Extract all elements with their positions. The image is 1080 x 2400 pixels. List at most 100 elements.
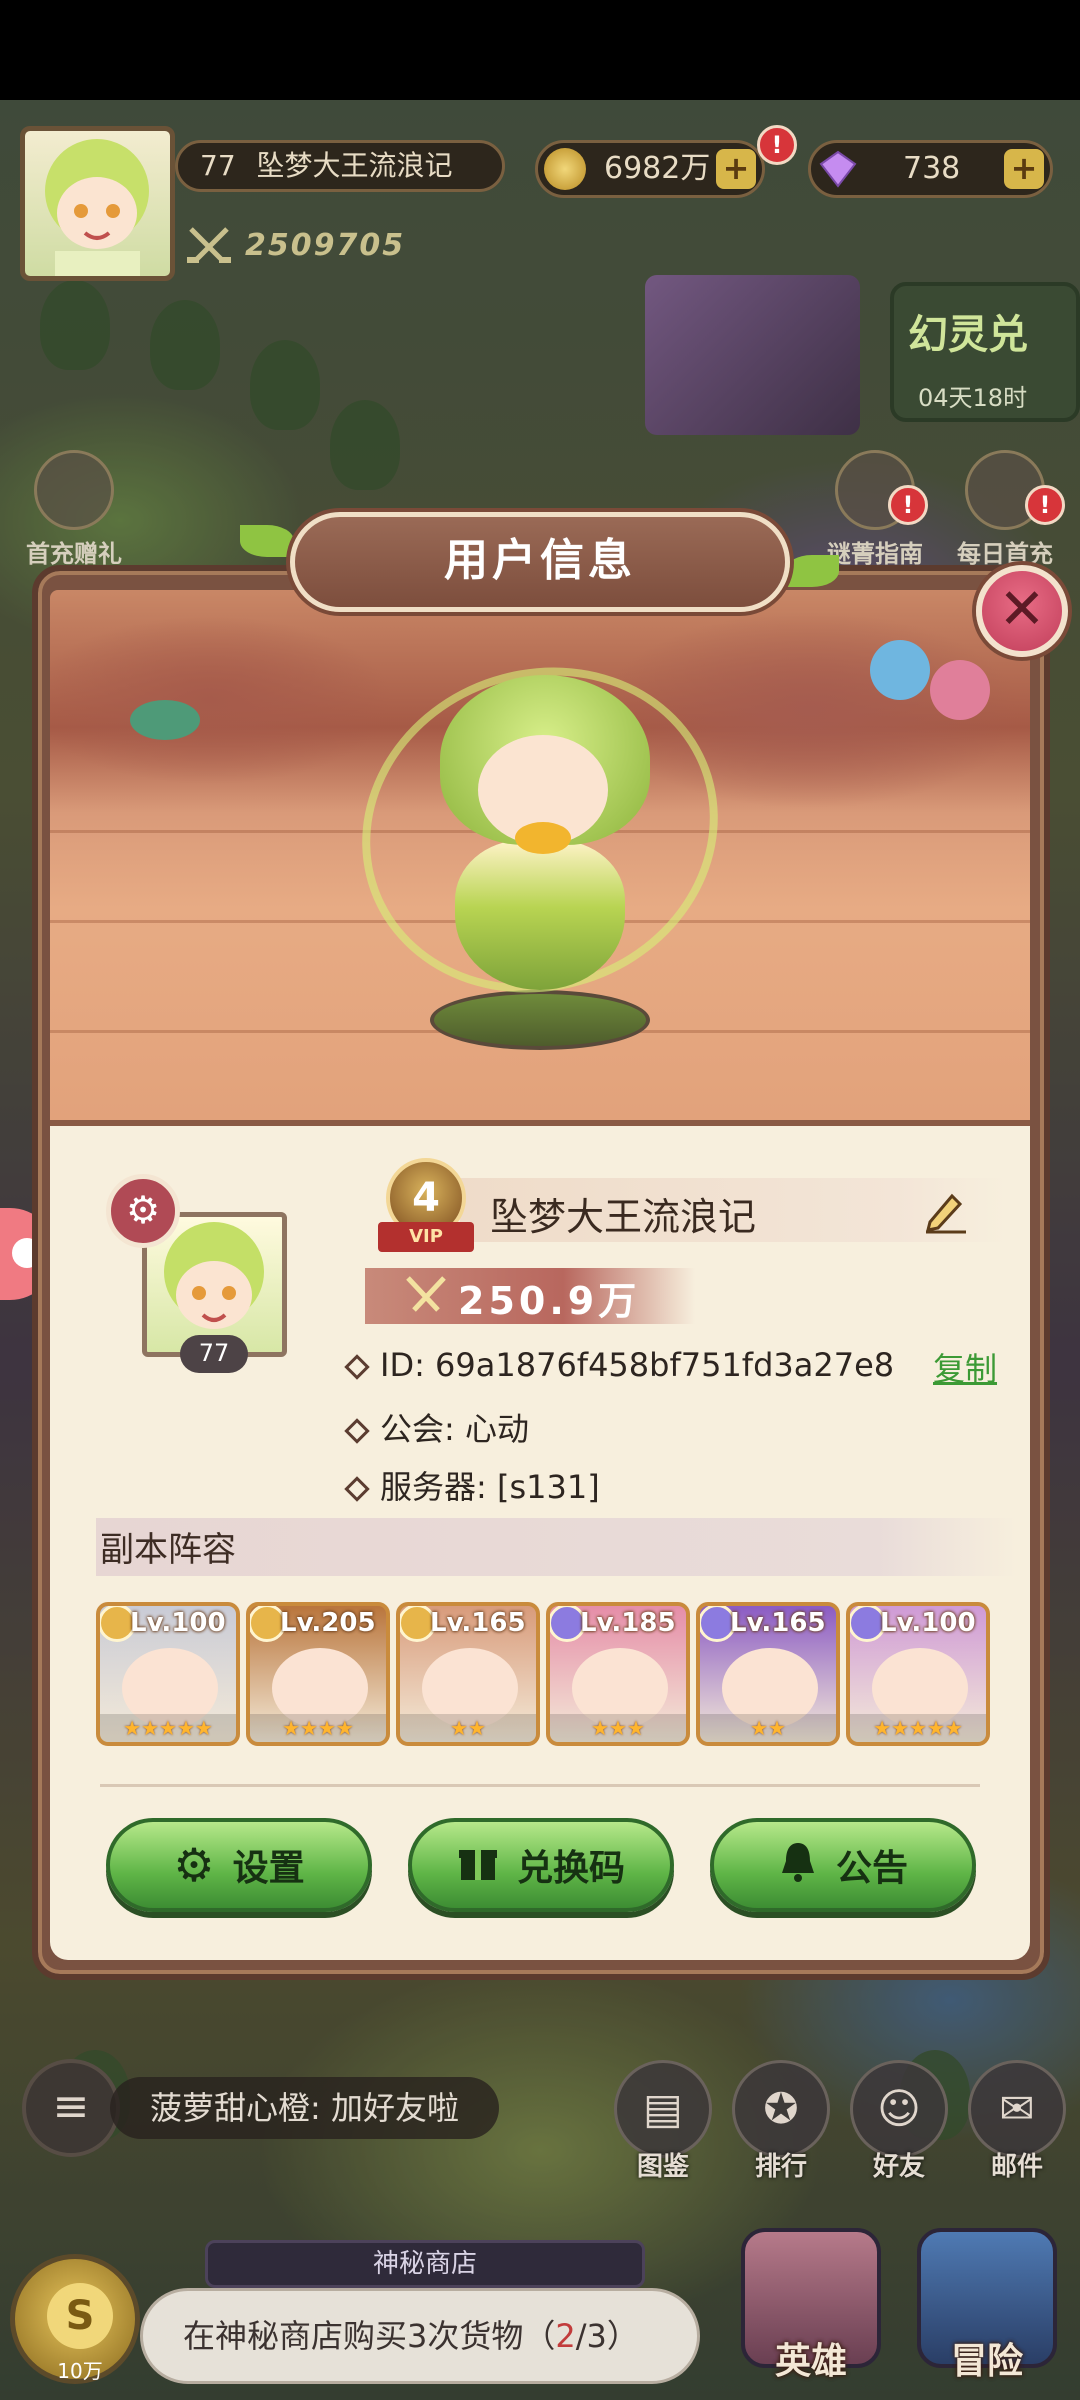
medal-icon: ✪ xyxy=(732,2060,830,2158)
player-avatar[interactable] xyxy=(20,126,175,281)
reward-amount: 10万 xyxy=(57,2359,103,2383)
power-value: 250.9万 xyxy=(458,1279,641,1323)
quest-text: 在神秘商店购买3次货物（ xyxy=(183,2317,556,2355)
guide-alert-badge: ! xyxy=(888,485,928,525)
gift-icon xyxy=(34,450,114,530)
hero-body xyxy=(455,840,625,990)
ranking-label: 排行 xyxy=(754,2152,807,2182)
settings-label: 设置 xyxy=(232,1848,305,1889)
chat-bar[interactable]: ≡ 菠萝甜心橙: 加好友啦 xyxy=(22,2058,532,2158)
guild-row: 公会: 心动 xyxy=(344,1404,529,1450)
settings-button[interactable]: ⚙ 设置 xyxy=(106,1818,372,1912)
close-button[interactable]: ✕ xyxy=(976,565,1068,657)
event-banner[interactable] xyxy=(645,275,860,435)
gem-icon xyxy=(817,148,859,190)
hero-showcase-scene xyxy=(50,590,1030,1120)
add-gems-button[interactable]: + xyxy=(1004,149,1044,189)
chat-bubble-icon: ≡ xyxy=(22,2059,120,2157)
hero-stars: ★★★★ xyxy=(250,1714,386,1742)
hero-level: Lv.205 xyxy=(280,1608,376,1638)
player-level: 77 xyxy=(200,149,236,182)
hero-pedestal xyxy=(430,990,650,1050)
adventure-button[interactable]: 冒险 xyxy=(904,2228,1070,2400)
hero-stars: ★★★★★ xyxy=(100,1714,236,1742)
profile-level: 77 xyxy=(180,1335,248,1373)
hero-level: Lv.165 xyxy=(430,1608,526,1638)
diamond-bullet-icon xyxy=(344,1476,370,1502)
heroes-button[interactable]: 英雄 xyxy=(728,2228,894,2400)
mail-icon: ✉ xyxy=(968,2060,1066,2158)
tree-decoration xyxy=(250,340,320,430)
adventure-label: 冒险 xyxy=(950,2341,1023,2382)
candy-decoration xyxy=(870,640,930,700)
avatar-settings-button[interactable]: ⚙ xyxy=(106,1174,180,1248)
first-recharge-label: 首充赠礼 xyxy=(26,540,122,568)
coin-icon: S xyxy=(47,2283,113,2349)
leaf-decoration xyxy=(785,555,839,587)
event-title: 幻灵兑 xyxy=(908,312,1028,358)
gold-counter[interactable]: 6982万 + xyxy=(535,140,765,198)
redeem-code-button[interactable]: 兑换码 xyxy=(408,1818,674,1912)
ranking-button[interactable]: ✪ 排行 xyxy=(728,2060,834,2190)
hero-level: Lv.185 xyxy=(580,1608,676,1638)
close-icon: ✕ xyxy=(998,577,1046,642)
tree-decoration xyxy=(330,400,400,490)
copy-id-link[interactable]: 复制 xyxy=(933,1344,997,1390)
hero-slot-4[interactable]: Lv.185 ★★★ xyxy=(546,1602,690,1746)
hero-slot-5[interactable]: Lv.165 ★★ xyxy=(696,1602,840,1746)
heroes-label: 英雄 xyxy=(774,2341,847,2382)
hero-stars: ★★ xyxy=(400,1714,536,1742)
quest-description: 在神秘商店购买3次货物（2/3） xyxy=(140,2288,700,2384)
player-id-row: ID: 69a1876f458bf751fd3a27e8 xyxy=(344,1346,894,1384)
crossed-swords-icon xyxy=(187,227,231,263)
lineup-title: 副本阵容 xyxy=(100,1530,236,1570)
hero-bow xyxy=(515,822,571,854)
tree-decoration xyxy=(150,300,220,390)
hud-power-value: 2509705 xyxy=(245,227,406,263)
profile-name: 坠梦大王流浪记 xyxy=(490,1195,757,1239)
hero-slot-6[interactable]: Lv.100 ★★★★★ xyxy=(846,1602,990,1746)
friend-icon: ☺ xyxy=(850,2060,948,2158)
gold-coin-icon xyxy=(544,148,586,190)
guild-name: 公会: 心动 xyxy=(380,1410,529,1448)
edit-name-button[interactable] xyxy=(922,1186,970,1234)
daily-alert-badge: ! xyxy=(1025,485,1065,525)
gear-icon: ⚙ xyxy=(125,1188,161,1232)
hero-stars: ★★★ xyxy=(550,1714,686,1742)
event-timer: 04天18时 xyxy=(918,384,1028,412)
codex-button[interactable]: ▤ 图鉴 xyxy=(610,2060,716,2190)
friends-button[interactable]: ☺ 好友 xyxy=(846,2060,952,2190)
hero-slot-1[interactable]: Lv.100 ★★★★★ xyxy=(96,1602,240,1746)
avatar-portrait-icon xyxy=(45,139,149,276)
notice-button[interactable]: 公告 xyxy=(710,1818,976,1912)
gem-counter[interactable]: 738 + xyxy=(808,140,1053,198)
hero-slot-2[interactable]: Lv.205 ★★★★ xyxy=(246,1602,390,1746)
tree-decoration xyxy=(40,280,110,370)
daily-label: 每日首充 xyxy=(957,540,1053,568)
dialog-title-plate: 用户信息 xyxy=(290,512,790,612)
event-card[interactable]: 幻灵兑 04天18时 xyxy=(890,282,1080,422)
quest-tracker[interactable]: 神秘商店 在神秘商店购买3次货物（2/3） S 10万 xyxy=(10,2240,710,2390)
server-row: 服务器: [s131] xyxy=(344,1462,600,1508)
quest-reward: S 10万 xyxy=(10,2254,140,2384)
add-gold-button[interactable]: + xyxy=(716,149,756,189)
diamond-bullet-icon xyxy=(344,1354,370,1380)
quest-progress: 2 xyxy=(555,2317,576,2355)
book-icon: ▤ xyxy=(614,2060,712,2158)
dialog-title: 用户信息 xyxy=(444,535,636,586)
player-name-bar[interactable]: 77 坠梦大王流浪记 xyxy=(175,140,505,192)
gem-value: 738 xyxy=(903,151,961,186)
mail-label: 邮件 xyxy=(990,2152,1043,2182)
mail-button[interactable]: ✉ 邮件 xyxy=(964,2060,1070,2190)
gift-icon xyxy=(457,1840,499,1891)
pencil-icon xyxy=(925,1193,966,1234)
status-bar xyxy=(0,0,1080,100)
hero-slot-3[interactable]: Lv.165 ★★ xyxy=(396,1602,540,1746)
hero-stars: ★★ xyxy=(700,1714,836,1742)
diamond-bullet-icon xyxy=(344,1418,370,1444)
notice-label: 公告 xyxy=(835,1848,908,1889)
first-recharge-button[interactable]: 首充赠礼 xyxy=(14,450,134,569)
guide-label: 谜菁指南 xyxy=(827,540,923,568)
gear-icon: ⚙ xyxy=(173,1838,215,1892)
hero-stars: ★★★★★ xyxy=(850,1714,986,1742)
